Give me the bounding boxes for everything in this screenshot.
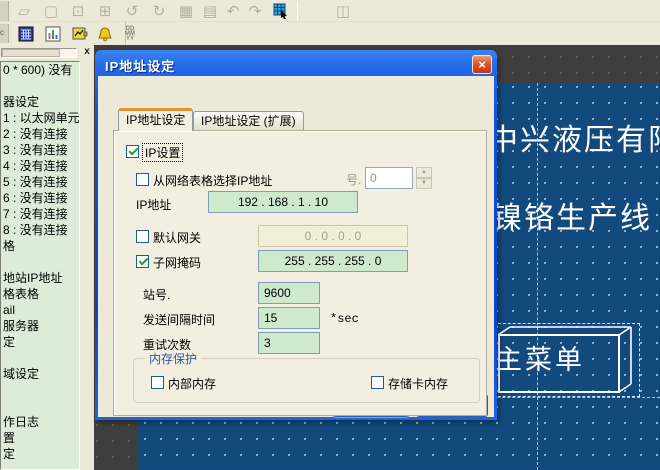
shape-icon[interactable]: ▢ <box>40 1 62 21</box>
spin-up-icon[interactable]: ▲ <box>416 167 432 178</box>
subnet-mask-field[interactable]: 255 . 255 . 255 . 0 <box>258 250 408 272</box>
tree-item[interactable]: 地站IP地址 <box>1 270 79 286</box>
memory-protection-label: 内存保护 <box>145 350 201 367</box>
sidebar-scrollbar[interactable] <box>1 48 77 58</box>
tree-item[interactable]: 格 <box>1 238 79 254</box>
from-network-table-label[interactable]: 从网络表格选择IP地址 <box>153 172 272 189</box>
preview-icon[interactable]: ◫ <box>332 1 354 21</box>
tree-item[interactable]: 定 <box>1 446 79 462</box>
calculator-icon[interactable] <box>15 24 37 44</box>
vertical-guide-line <box>537 83 538 470</box>
tile-alt-icon[interactable]: ▤ <box>199 1 221 21</box>
tree-item[interactable]: 2 : 没有连接 <box>1 126 79 142</box>
toolbar-row-1: ▱ ▢ ⊡ ⊞ ↺ ↻ ▦ ▤ ↶ ↷ ◫ <box>0 0 660 22</box>
toolbar-row-2: c <box>0 22 126 45</box>
default-gateway-checkbox[interactable] <box>136 230 149 243</box>
menu-button-label[interactable]: 主菜单 <box>495 338 585 377</box>
from-network-table-checkbox[interactable] <box>136 173 149 186</box>
sidebar-close-icon[interactable]: x <box>81 46 93 58</box>
tab-ip-settings-extended[interactable]: IP地址设定 (扩展) <box>193 111 304 130</box>
subnet-mask-label[interactable]: 子网掩码 <box>153 254 201 271</box>
clipped-icon[interactable] <box>0 1 9 21</box>
internal-memory-label[interactable]: 内部内存 <box>168 375 216 392</box>
zoom-grid-icon[interactable] <box>270 1 292 21</box>
tree-item[interactable]: 4 : 没有连接 <box>1 158 79 174</box>
internal-memory-checkbox[interactable] <box>151 376 164 389</box>
tree-item[interactable]: 器设定 <box>1 94 79 110</box>
tree-item[interactable]: 格表格 <box>1 286 79 302</box>
send-interval-field[interactable]: 15 <box>258 307 320 329</box>
number-spin-input[interactable]: 0 <box>365 167 413 189</box>
retry-count-field[interactable]: 3 <box>258 332 320 354</box>
date-format-icon[interactable]: DD MM YY <box>120 24 140 44</box>
tree-item[interactable]: 5 : 没有连接 <box>1 174 79 190</box>
tree-item[interactable]: ail <box>1 302 79 318</box>
ip-address-label: IP地址 <box>136 196 171 213</box>
redo-icon[interactable]: ↷ <box>244 1 266 21</box>
tree-item <box>1 398 79 414</box>
ip-enable-checkbox[interactable] <box>126 145 139 158</box>
tile-icon[interactable]: ▦ <box>175 1 197 21</box>
tab-ip-settings[interactable]: IP地址设定 <box>118 108 193 131</box>
tree-item[interactable]: 作日志 <box>1 414 79 430</box>
project-tree-list: 0 * 600) 没有 器设定 1 : 以太网单元 2 : 没有连接 3 : 没… <box>0 61 80 470</box>
tree-item <box>1 350 79 366</box>
tree-item[interactable]: 8 : 没有连接 <box>1 222 79 238</box>
rotate-right-icon[interactable]: ↻ <box>148 1 170 21</box>
tree-item[interactable]: 1 : 以太网单元 <box>1 110 79 126</box>
station-number-label: 站号. <box>143 286 170 303</box>
dialog-title: IP地址设定 <box>105 56 175 75</box>
frame-icon[interactable]: ⊞ <box>94 1 116 21</box>
ip-settings-dialog: IP地址设定 × IP地址设定 IP地址设定 (扩展) IP设置 从网络表格选择… <box>95 50 497 420</box>
tree-item[interactable]: 7 : 没有连接 <box>1 206 79 222</box>
send-interval-label: 发送间隔时间 <box>143 311 215 328</box>
ip-enable-label[interactable]: IP设置 <box>143 144 182 161</box>
canvas-subtitle-text[interactable]: 镍铬生产线 <box>492 193 652 237</box>
tree-item[interactable]: 服务器 <box>1 318 79 334</box>
send-interval-unit: *sec <box>330 312 359 326</box>
number-label: 号. <box>346 171 361 188</box>
tree-item[interactable]: 0 * 600) 没有 <box>1 62 79 78</box>
canvas-title-text[interactable]: 中兴液压有限 <box>488 115 660 159</box>
ip-address-field[interactable]: 192 . 168 . 1 . 10 <box>208 191 358 213</box>
station-number-field[interactable]: 9600 <box>258 282 320 304</box>
default-gateway-label[interactable]: 默认网关 <box>153 229 201 246</box>
tree-item[interactable]: 定 <box>1 334 79 350</box>
alarm-bell-icon[interactable] <box>94 24 116 44</box>
subnet-mask-checkbox[interactable] <box>136 255 149 268</box>
tree-item <box>1 78 79 94</box>
tree-item[interactable]: 3 : 没有连接 <box>1 142 79 158</box>
toolbar: ▱ ▢ ⊡ ⊞ ↺ ↻ ▦ ▤ ↶ ↷ ◫ c <box>0 0 660 45</box>
bar-chart-icon[interactable] <box>42 24 64 44</box>
tree-item <box>1 382 79 398</box>
tree-item[interactable]: 域设定 <box>1 366 79 382</box>
tree-item <box>1 254 79 270</box>
rotate-left-icon[interactable]: ↺ <box>121 1 143 21</box>
crop-icon[interactable]: ⊡ <box>67 1 89 21</box>
toolbar-separator <box>297 2 298 20</box>
clipped-ec-icon[interactable]: c <box>0 24 9 43</box>
tree-item[interactable]: 6 : 没有连接 <box>1 190 79 206</box>
project-tree-panel: x 0 * 600) 没有 器设定 1 : 以太网单元 2 : 没有连接 3 :… <box>0 45 94 470</box>
undo-icon[interactable]: ↶ <box>222 1 244 21</box>
card-memory-label[interactable]: 存储卡内存 <box>388 375 448 392</box>
card-memory-checkbox[interactable] <box>371 376 384 389</box>
meter-icon[interactable] <box>69 24 91 44</box>
tree-item[interactable]: 置 <box>1 430 79 446</box>
sidebar-scrollbar-thumb[interactable] <box>2 49 60 57</box>
dialog-body: IP地址设定 IP地址设定 (扩展) IP设置 从网络表格选择IP地址 号. 0… <box>98 76 494 417</box>
spin-down-icon[interactable]: ▼ <box>416 178 432 189</box>
default-gateway-field: 0 . 0 . 0 . 0 <box>258 225 408 247</box>
number-spinner[interactable]: ▲ ▼ <box>416 167 432 189</box>
close-icon[interactable]: × <box>472 55 492 74</box>
paste-icon[interactable]: ▱ <box>13 1 35 21</box>
